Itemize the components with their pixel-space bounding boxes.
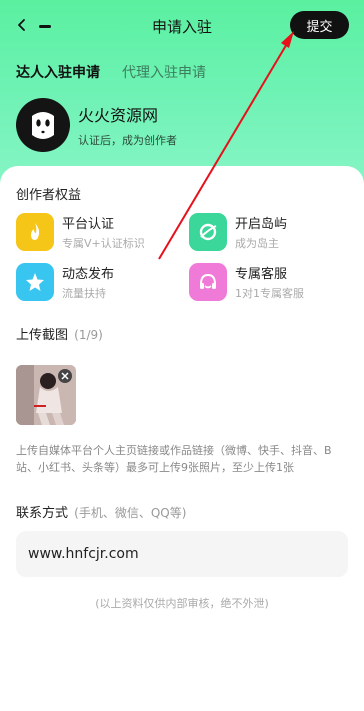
- navigation-bar: 申请入驻 提交: [0, 0, 364, 52]
- benefit-dedicated-support: 专属客服 1对1专属客服: [189, 263, 304, 301]
- benefit-title: 专属客服: [235, 267, 288, 282]
- tab-talent-application[interactable]: 达人入驻申请: [16, 62, 100, 82]
- contact-title: 联系方式: [16, 506, 69, 521]
- contact-input[interactable]: [16, 531, 348, 577]
- tab-bar: 达人入驻申请 代理入驻申请: [16, 62, 206, 82]
- close-icon: [61, 372, 69, 380]
- flame-icon: [16, 213, 54, 251]
- benefit-subtitle: 专属V+认证标识: [62, 237, 145, 250]
- contact-hint: (手机、微信、QQ等): [74, 506, 187, 520]
- benefit-subtitle: 1对1专属客服: [235, 287, 304, 300]
- benefit-title: 开启岛屿: [235, 217, 288, 232]
- ghost-face-icon: [32, 112, 54, 139]
- benefit-platform-certification: 平台认证 专属V+认证标识: [16, 213, 145, 251]
- star-icon: [16, 263, 54, 301]
- benefit-open-island: 开启岛屿 成为岛主: [189, 213, 287, 251]
- tab-agent-application[interactable]: 代理入驻申请: [122, 62, 206, 82]
- benefit-post-updates: 动态发布 流量扶持: [16, 263, 114, 301]
- profile-header: 火火资源网 认证后，成为创作者: [16, 98, 177, 152]
- upload-title: 上传截图: [16, 328, 69, 343]
- section-title-upload: 上传截图 (1/9): [16, 324, 103, 343]
- section-title-contact: 联系方式 (手机、微信、QQ等): [16, 502, 186, 521]
- benefit-subtitle: 流量扶持: [62, 287, 106, 300]
- benefit-title: 动态发布: [62, 267, 115, 282]
- profile-subtitle: 认证后，成为创作者: [78, 134, 177, 147]
- avatar[interactable]: [16, 98, 70, 152]
- privacy-note: (以上资料仅供内部审核，绝不外泄): [95, 597, 269, 610]
- section-title-benefits: 创作者权益: [16, 188, 82, 203]
- island-icon: [189, 213, 227, 251]
- profile-name: 火火资源网: [78, 106, 159, 125]
- benefit-subtitle: 成为岛主: [235, 237, 279, 250]
- active-tab-indicator: [39, 25, 51, 28]
- upload-description: 上传自媒体平台个人主页链接或作品链接（微博、快手、抖音、B站、小红书、头条等）最…: [16, 444, 332, 474]
- submit-button[interactable]: 提交: [290, 11, 349, 39]
- benefit-title: 平台认证: [62, 217, 115, 232]
- upload-count: (1/9): [74, 328, 103, 342]
- headset-icon: [189, 263, 227, 301]
- remove-photo-button[interactable]: [58, 369, 72, 383]
